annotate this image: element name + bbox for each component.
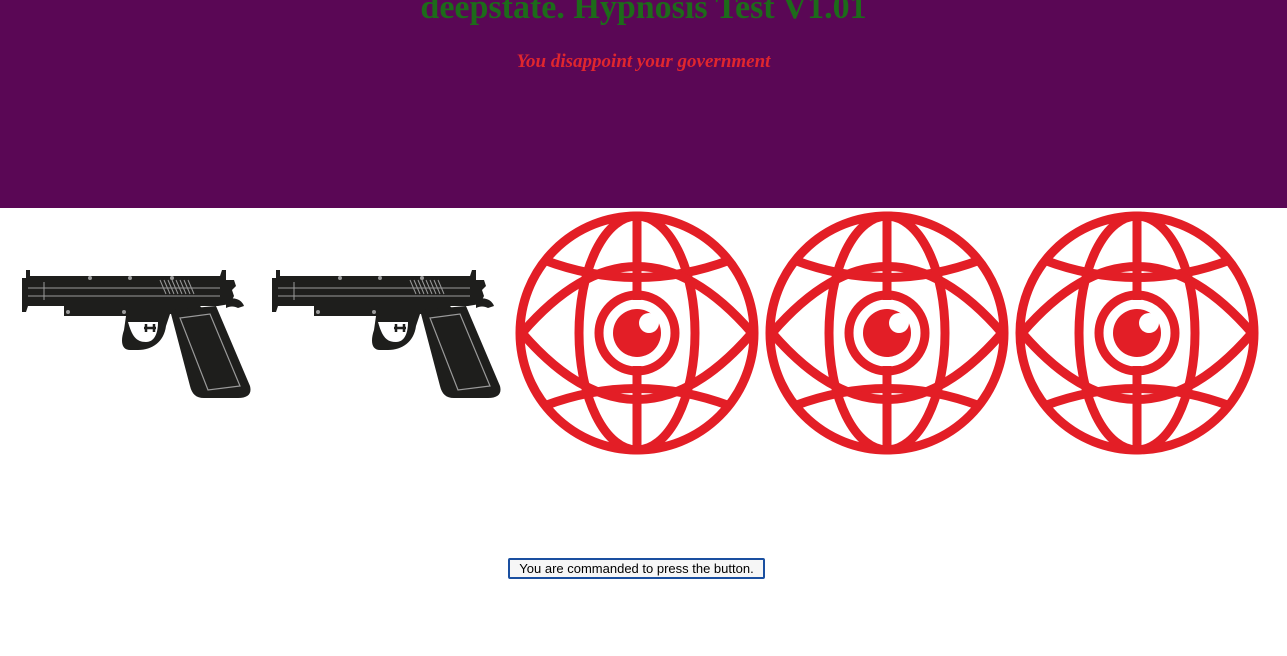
eye-globe-icon <box>514 210 760 456</box>
pistol-icon <box>270 268 502 400</box>
pistol-icon <box>20 268 252 400</box>
page-subtitle: You disappoint your government <box>516 51 771 72</box>
command-button[interactable]: You are commanded to press the button. <box>508 558 765 579</box>
image-row <box>0 208 1287 458</box>
header-banner: deepstate. Hypnosis Test V1.01 You disap… <box>0 0 1287 208</box>
page-title: deepstate. Hypnosis Test V1.01 <box>420 0 867 26</box>
eye-globe-icon <box>764 210 1010 456</box>
eye-globe-icon <box>1014 210 1260 456</box>
